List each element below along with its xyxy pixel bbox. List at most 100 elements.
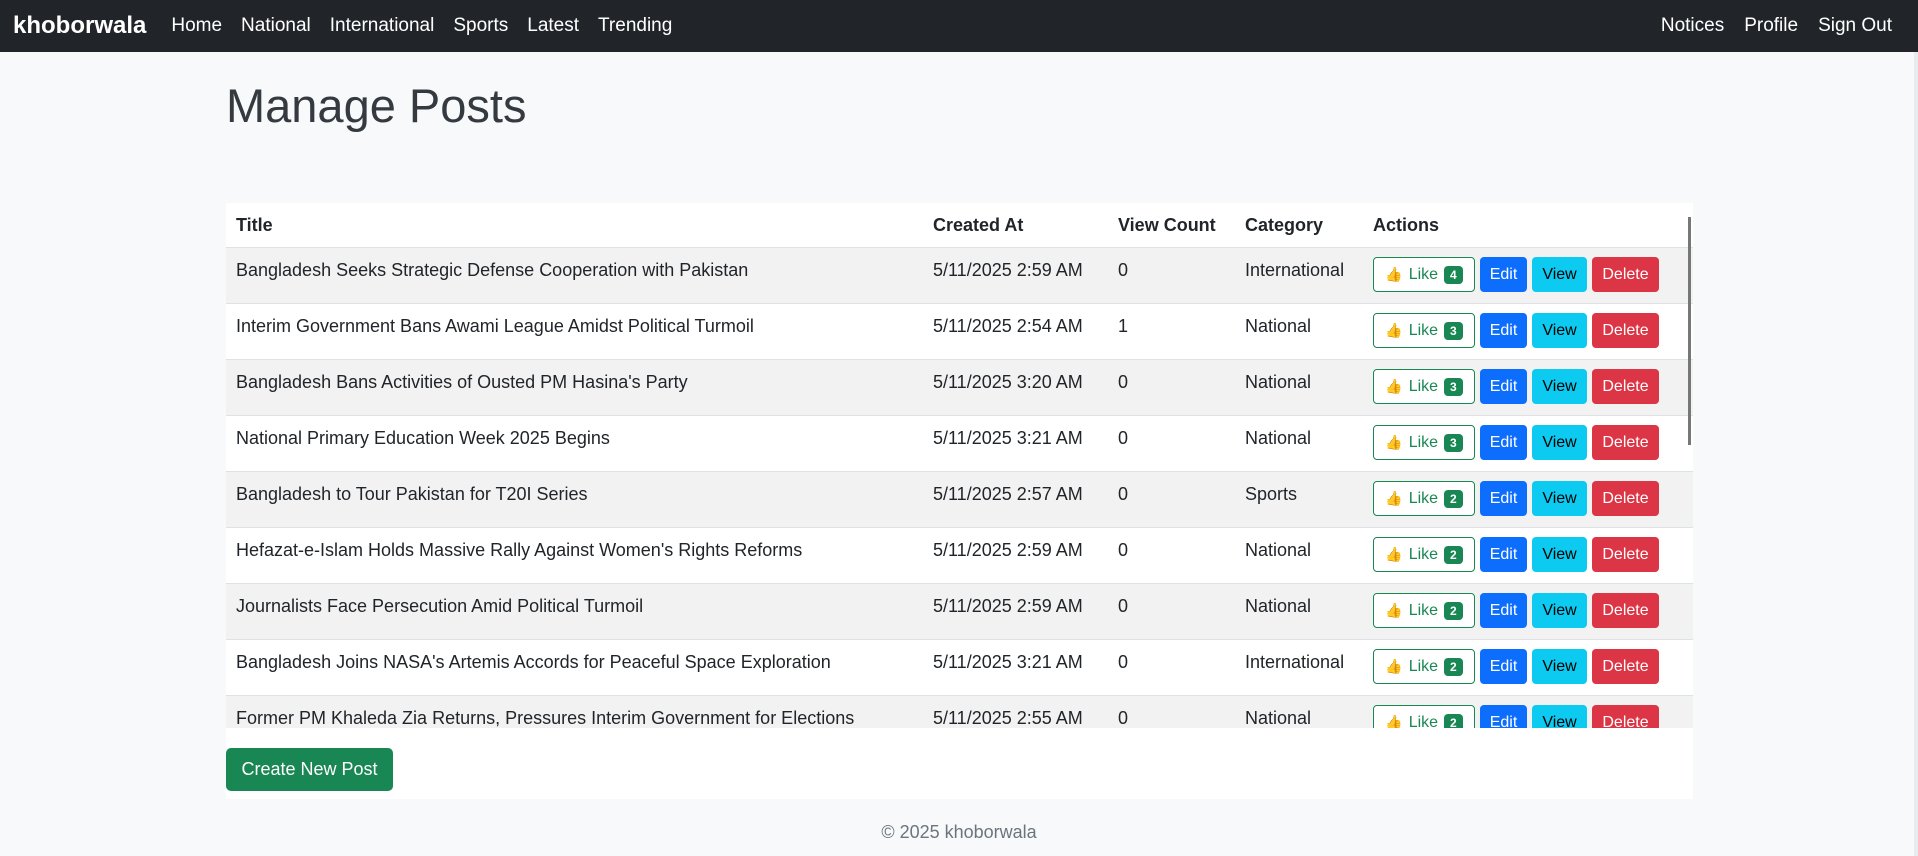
view-button[interactable]: View: [1532, 537, 1587, 572]
posts-table-scroll-area[interactable]: Title Created At View Count Category Act…: [226, 203, 1693, 728]
edit-button[interactable]: Edit: [1480, 593, 1527, 628]
delete-button[interactable]: Delete: [1592, 481, 1659, 516]
header-created-at: Created At: [923, 203, 1108, 248]
delete-button[interactable]: Delete: [1592, 705, 1659, 728]
like-button[interactable]: 👍 Like 2: [1373, 649, 1475, 684]
delete-button[interactable]: Delete: [1592, 369, 1659, 404]
like-button[interactable]: 👍 Like 3: [1373, 425, 1475, 460]
delete-button[interactable]: Delete: [1592, 425, 1659, 460]
post-view-count: 1: [1118, 316, 1129, 336]
post-view-count: 0: [1118, 540, 1129, 560]
like-count-badge: 3: [1444, 321, 1463, 340]
header-actions: Actions: [1363, 203, 1693, 248]
delete-button[interactable]: Delete: [1592, 593, 1659, 628]
edit-button[interactable]: Edit: [1480, 649, 1527, 684]
nav-link-profile[interactable]: Profile: [1744, 15, 1798, 37]
view-button[interactable]: View: [1532, 705, 1587, 728]
post-view-count: 0: [1118, 372, 1129, 392]
row-actions: 👍 Like 3 Edit View Delete: [1373, 425, 1683, 460]
delete-button[interactable]: Delete: [1592, 537, 1659, 572]
thumbs-up-icon: 👍: [1385, 266, 1403, 282]
nav-link-national[interactable]: National: [241, 15, 311, 37]
edit-button[interactable]: Edit: [1480, 425, 1527, 460]
nav-link-home[interactable]: Home: [171, 15, 222, 37]
post-views-cell: 0: [1108, 583, 1235, 640]
like-button[interactable]: 👍 Like 3: [1373, 313, 1475, 348]
edit-button[interactable]: Edit: [1480, 313, 1527, 348]
post-category-cell: National: [1235, 415, 1363, 472]
posts-table: Title Created At View Count Category Act…: [226, 203, 1693, 728]
delete-button[interactable]: Delete: [1592, 313, 1659, 348]
like-button[interactable]: 👍 Like 4: [1373, 257, 1475, 292]
row-actions: 👍 Like 2 Edit View Delete: [1373, 649, 1683, 684]
post-title: Former PM Khaleda Zia Returns, Pressures…: [236, 708, 855, 728]
view-button[interactable]: View: [1532, 593, 1587, 628]
post-created-cell: 5/11/2025 2:59 AM: [923, 527, 1108, 584]
like-count-badge: 2: [1444, 545, 1463, 564]
edit-button[interactable]: Edit: [1480, 257, 1527, 292]
row-actions: 👍 Like 2 Edit View Delete: [1373, 481, 1683, 516]
post-category-cell: International: [1235, 247, 1363, 304]
table-row: Former PM Khaleda Zia Returns, Pressures…: [226, 695, 1693, 728]
post-created-cell: 5/11/2025 3:20 AM: [923, 359, 1108, 416]
nav-link-sign-out[interactable]: Sign Out: [1818, 15, 1892, 37]
post-title-cell: Bangladesh Bans Activities of Ousted PM …: [226, 359, 923, 416]
post-created-at: 5/11/2025 3:20 AM: [933, 372, 1083, 392]
page-scrollbar[interactable]: [1914, 52, 1918, 856]
post-category: Sports: [1245, 484, 1298, 504]
post-actions-cell: 👍 Like 2 Edit View Delete: [1363, 583, 1693, 640]
post-created-at: 5/11/2025 3:21 AM: [933, 652, 1083, 672]
delete-button[interactable]: Delete: [1592, 649, 1659, 684]
post-title-cell: Interim Government Bans Awami League Ami…: [226, 303, 923, 360]
brand-logo-link[interactable]: khoborwala: [13, 12, 146, 40]
table-row: Bangladesh to Tour Pakistan for T20I Ser…: [226, 471, 1693, 528]
like-count-badge: 2: [1444, 657, 1463, 676]
table-row: Hefazat-e-Islam Holds Massive Rally Agai…: [226, 527, 1693, 584]
post-views-cell: 0: [1108, 695, 1235, 728]
post-category-cell: National: [1235, 359, 1363, 416]
create-new-post-button[interactable]: Create New Post: [226, 748, 393, 791]
view-button[interactable]: View: [1532, 425, 1587, 460]
view-button[interactable]: View: [1532, 257, 1587, 292]
post-category-cell: National: [1235, 583, 1363, 640]
post-view-count: 0: [1118, 428, 1129, 448]
post-title-cell: Bangladesh to Tour Pakistan for T20I Ser…: [226, 471, 923, 528]
view-button[interactable]: View: [1532, 649, 1587, 684]
post-actions-cell: 👍 Like 2 Edit View Delete: [1363, 471, 1693, 528]
post-views-cell: 0: [1108, 359, 1235, 416]
nav-link-trending[interactable]: Trending: [598, 15, 672, 37]
post-category: International: [1245, 260, 1345, 280]
like-button[interactable]: 👍 Like 2: [1373, 537, 1475, 572]
post-created-at: 5/11/2025 2:57 AM: [933, 484, 1083, 504]
nav-link-sports[interactable]: Sports: [453, 15, 508, 37]
post-created-at: 5/11/2025 2:54 AM: [933, 316, 1083, 336]
nav-link-notices[interactable]: Notices: [1661, 15, 1724, 37]
like-label: Like: [1408, 657, 1439, 675]
nav-link-latest[interactable]: Latest: [527, 15, 579, 37]
edit-button[interactable]: Edit: [1480, 537, 1527, 572]
like-button[interactable]: 👍 Like 2: [1373, 705, 1475, 728]
view-button[interactable]: View: [1532, 481, 1587, 516]
edit-button[interactable]: Edit: [1480, 705, 1527, 728]
view-button[interactable]: View: [1532, 313, 1587, 348]
like-label: Like: [1408, 265, 1439, 283]
like-button[interactable]: 👍 Like 2: [1373, 481, 1475, 516]
delete-button[interactable]: Delete: [1592, 257, 1659, 292]
post-category: National: [1245, 316, 1312, 336]
post-category: National: [1245, 428, 1312, 448]
post-category-cell: National: [1235, 303, 1363, 360]
thumbs-up-icon: 👍: [1385, 490, 1403, 506]
post-views-cell: 0: [1108, 527, 1235, 584]
like-button[interactable]: 👍 Like 3: [1373, 369, 1475, 404]
edit-button[interactable]: Edit: [1480, 481, 1527, 516]
nav-link-international[interactable]: International: [330, 15, 435, 37]
post-views-cell: 0: [1108, 639, 1235, 696]
edit-button[interactable]: Edit: [1480, 369, 1527, 404]
like-count-badge: 2: [1444, 601, 1463, 620]
post-actions-cell: 👍 Like 3 Edit View Delete: [1363, 303, 1693, 360]
table-scrollbar[interactable]: [1688, 217, 1691, 445]
post-category: National: [1245, 540, 1312, 560]
view-button[interactable]: View: [1532, 369, 1587, 404]
nav-right-group: Notices Profile Sign Out: [1647, 0, 1898, 52]
like-button[interactable]: 👍 Like 2: [1373, 593, 1475, 628]
